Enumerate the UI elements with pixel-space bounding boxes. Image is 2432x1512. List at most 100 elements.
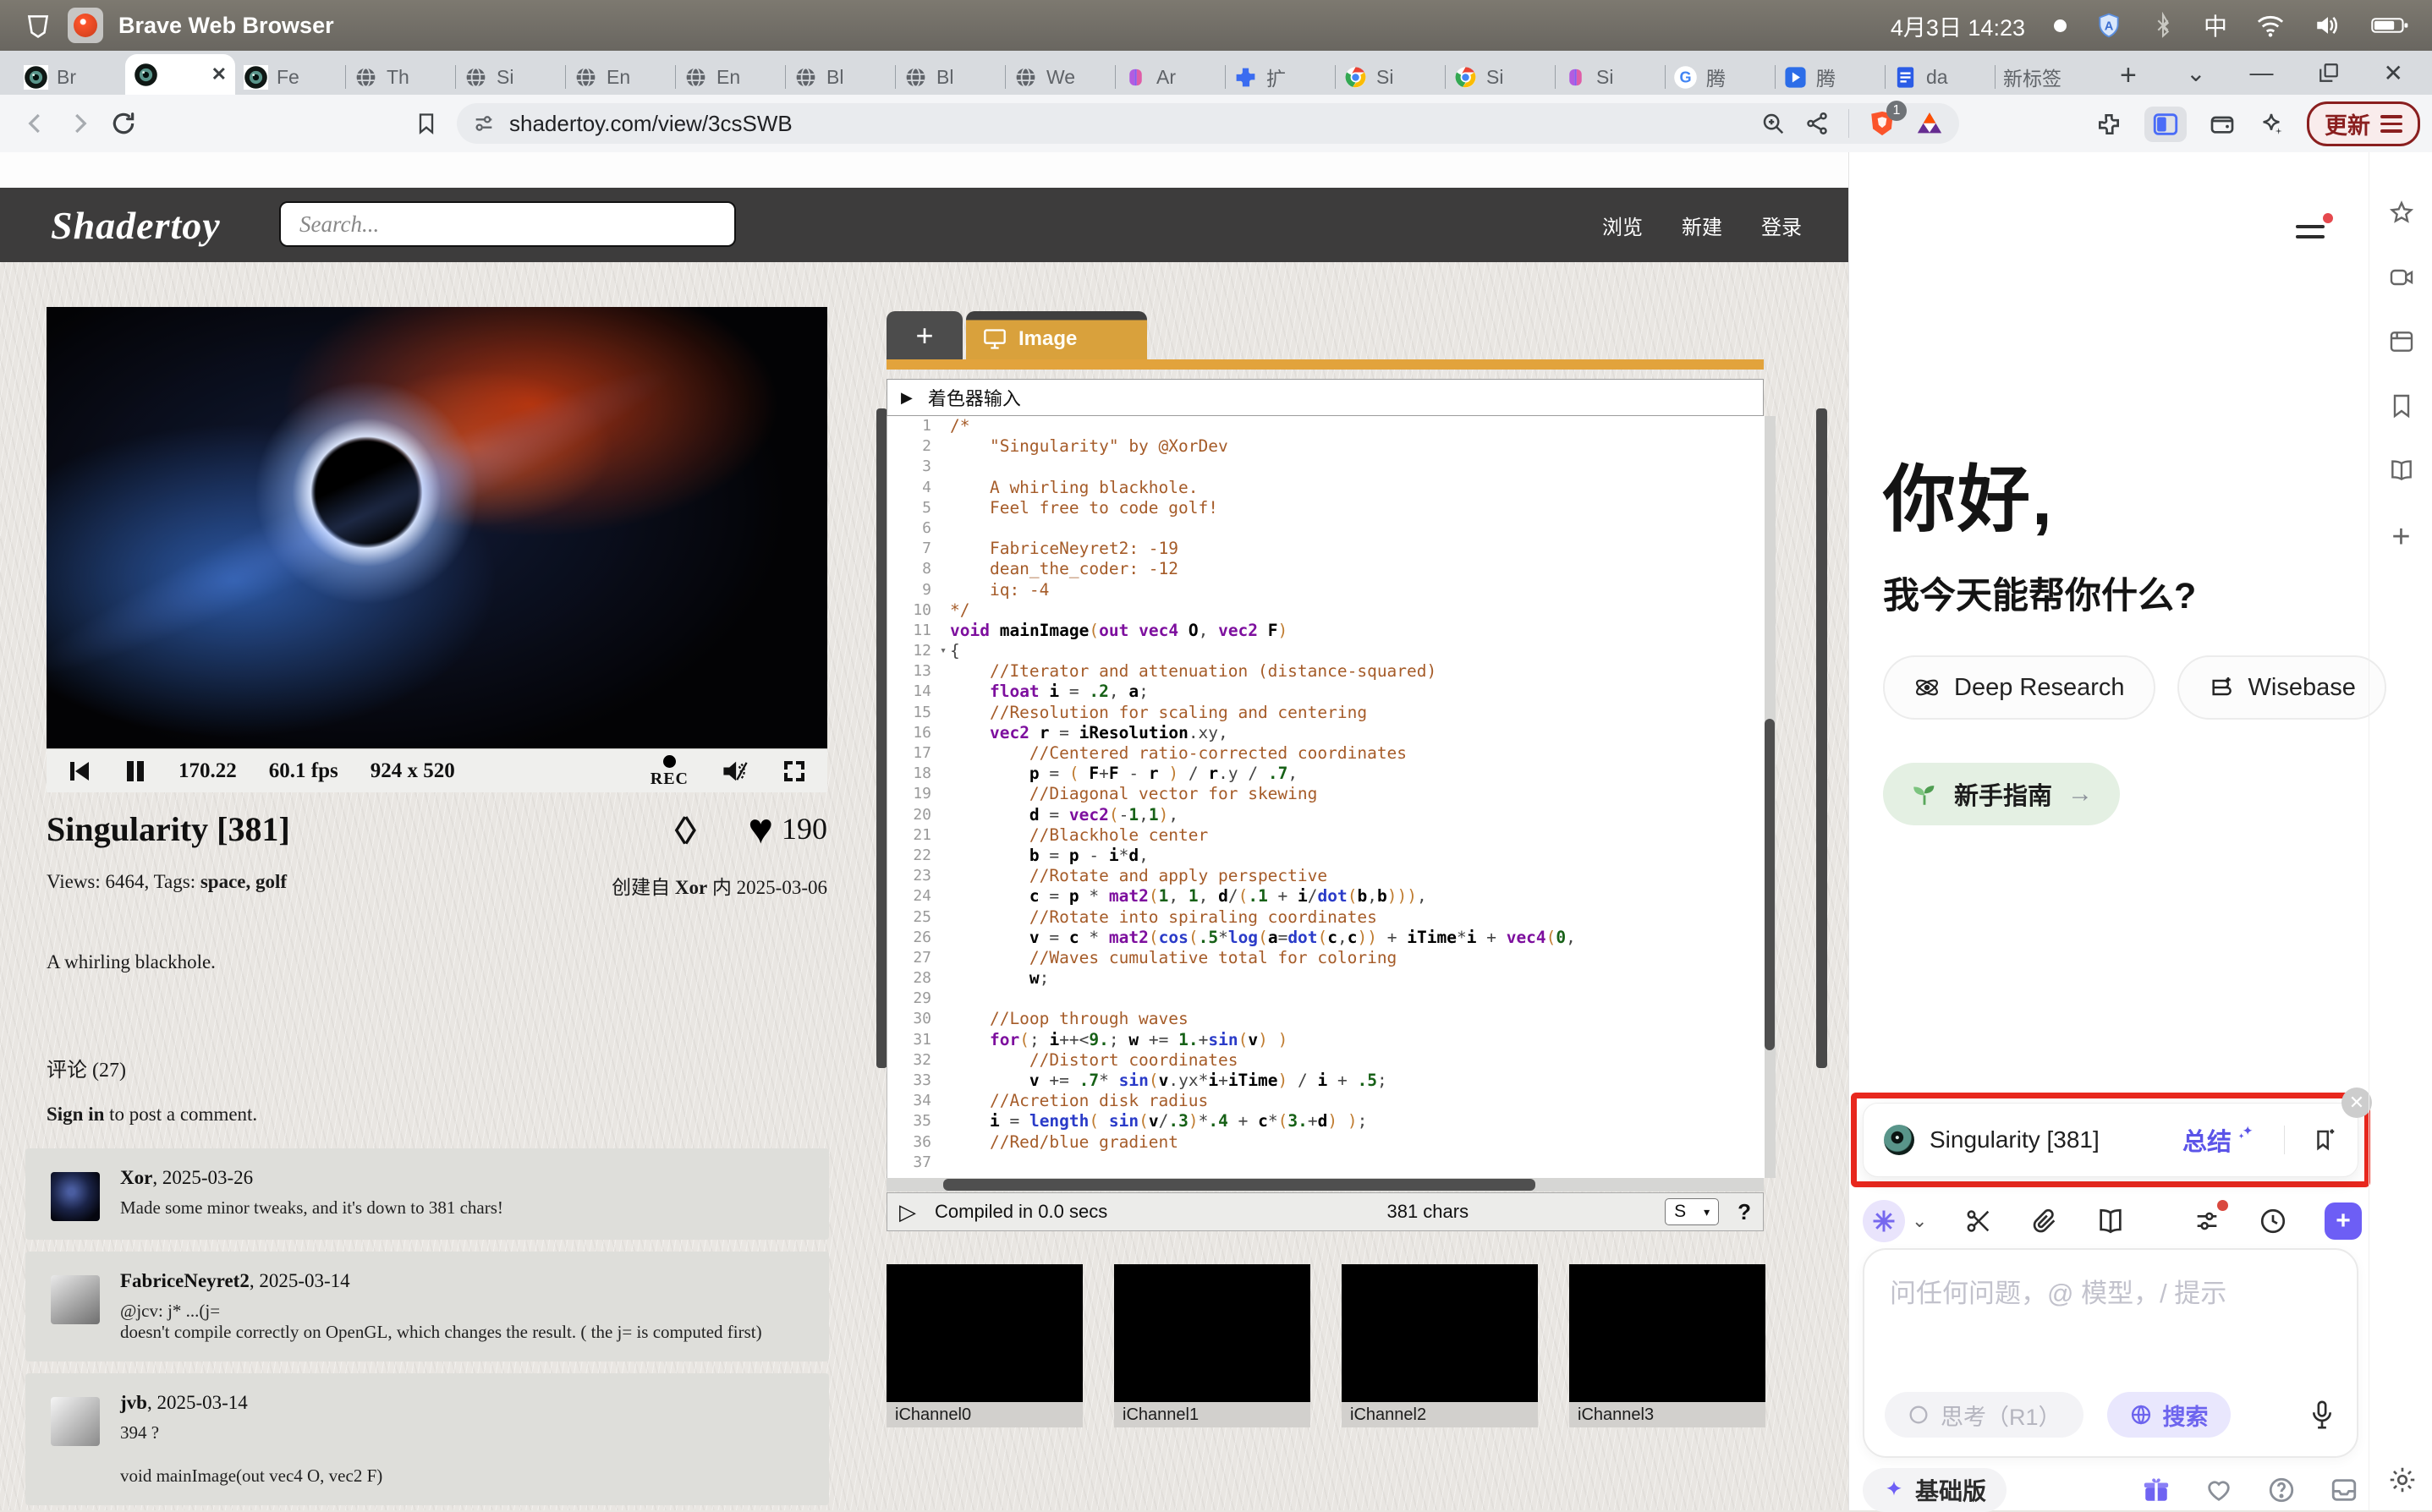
rewind-button[interactable]	[67, 759, 92, 784]
code-line[interactable]: 5 Feel free to code golf!	[887, 498, 1765, 518]
strip-window-icon[interactable]	[2388, 328, 2415, 355]
shadertoy-logo[interactable]: Shadertoy	[51, 203, 221, 248]
code-line[interactable]: 12▾{	[887, 641, 1765, 661]
comment-avatar[interactable]	[51, 1275, 100, 1324]
summarize-button[interactable]: 总结	[2182, 1122, 2257, 1158]
summary-card-close-button[interactable]: ✕	[2341, 1087, 2372, 1118]
tab[interactable]: Th	[345, 59, 455, 95]
web-search-toggle[interactable]: 搜索	[2107, 1392, 2231, 1438]
brave-rewards-bat-icon[interactable]	[1915, 109, 1944, 138]
code-line[interactable]: 20 d = vec2(-1,1),	[887, 805, 1765, 825]
tab[interactable]: Fe	[235, 59, 345, 95]
back-button[interactable]	[14, 101, 58, 145]
code-line[interactable]: 6	[887, 518, 1765, 539]
comment-author[interactable]: Xor, 2025-03-26	[120, 1167, 503, 1189]
tab[interactable]: Si	[1445, 59, 1555, 95]
share-icon[interactable]	[1804, 111, 1830, 136]
ichannel-preview[interactable]	[887, 1264, 1083, 1402]
forward-button[interactable]	[58, 101, 102, 145]
window-restore-button[interactable]	[2318, 62, 2340, 84]
code-line[interactable]: 21 //Blackhole center	[887, 825, 1765, 846]
tab[interactable]: Bl	[895, 59, 1005, 95]
ichannel-slot[interactable]: iChannel1	[1114, 1264, 1310, 1427]
ichannel-slot[interactable]: iChannel3	[1569, 1264, 1765, 1427]
tab[interactable]: Si	[1555, 59, 1665, 95]
url-text[interactable]: shadertoy.com/view/3csSWB	[509, 111, 1747, 137]
code-line[interactable]: 36 //Red/blue gradient	[887, 1132, 1765, 1153]
ichannel-preview[interactable]	[1569, 1264, 1765, 1402]
code-line[interactable]: 9 iq: -4	[887, 580, 1765, 600]
menu-hamburger-icon[interactable]	[2380, 111, 2402, 137]
attachment-paperclip-icon[interactable]	[2030, 1207, 2059, 1235]
comment-author[interactable]: FabriceNeyret2, 2025-03-14	[120, 1270, 762, 1292]
ichannel-preview[interactable]	[1114, 1264, 1310, 1402]
code-line[interactable]: 33 v += .7* sin(v.yx*i+iTime) / i + .5;	[887, 1071, 1765, 1091]
input-method-indicator[interactable]: 中	[2204, 8, 2227, 42]
page-summary-card[interactable]: Singularity [381] 总结	[1863, 1103, 2358, 1177]
tab-active[interactable]: ✕	[125, 54, 235, 95]
code-line[interactable]: 32 //Distort coordinates	[887, 1050, 1765, 1071]
volume-icon[interactable]	[2314, 13, 2342, 38]
code-line[interactable]: 35 i = length( sin(v/.3)*.4 + c*(3.+d) )…	[887, 1111, 1765, 1131]
settings-gear-icon[interactable]	[2387, 1465, 2418, 1495]
beginner-guide-button[interactable]: 新手指南 →	[1883, 763, 2120, 825]
tab[interactable]: En	[565, 59, 675, 95]
model-chevron-down-icon[interactable]: ⌄	[1912, 1210, 1927, 1232]
model-avatar-button[interactable]	[1863, 1200, 1905, 1242]
code-line[interactable]: 37	[887, 1153, 1765, 1173]
shadertoy-nav-link-1[interactable]: 新建	[1682, 211, 1722, 240]
code-line[interactable]: 26 v = c * mat2(cos(.5*log(a=dot(c,c)) +…	[887, 928, 1765, 948]
code-line[interactable]: 8 dean_the_coder: -12	[887, 559, 1765, 579]
new-chat-button[interactable]: +	[2325, 1202, 2362, 1240]
address-bar[interactable]: shadertoy.com/view/3csSWB 1	[457, 103, 1959, 144]
tab[interactable]: Br	[15, 59, 125, 95]
tab[interactable]: We	[1005, 59, 1115, 95]
strip-star-icon[interactable]	[2388, 200, 2415, 227]
code-line[interactable]: 10*/	[887, 600, 1765, 621]
like-heart-icon[interactable]: ♥	[748, 808, 773, 850]
new-tab-button[interactable]: +	[2120, 59, 2137, 92]
brave-shield-icon[interactable]: 1	[1868, 109, 1897, 138]
code-line[interactable]: 13 //Iterator and attenuation (distance-…	[887, 661, 1765, 682]
reading-book-icon[interactable]	[2096, 1207, 2125, 1235]
code-line[interactable]: 31 for(; i++<9.; w += 1.+sin(v) )	[887, 1030, 1765, 1050]
code-line[interactable]: 14 float i = .2, a;	[887, 682, 1765, 702]
tab[interactable]: G腾	[1665, 59, 1775, 95]
code-vertical-scrollbar[interactable]	[1764, 416, 1776, 1178]
inbox-icon[interactable]	[2330, 1476, 2358, 1504]
tab[interactable]: Si	[1335, 59, 1445, 95]
tab[interactable]: Bl	[785, 59, 895, 95]
code-line[interactable]: 3	[887, 457, 1765, 477]
antivirus-shield-icon[interactable]: A	[2095, 12, 2122, 39]
think-r1-toggle[interactable]: 思考（R1）	[1885, 1392, 2083, 1438]
extensions-puzzle-icon[interactable]	[2095, 111, 2122, 138]
ichannel-slot[interactable]: iChannel2	[1342, 1264, 1538, 1427]
code-line[interactable]: 24 c = p * mat2(1, 1, d/(.1 + i/dot(b,b)…	[887, 886, 1765, 907]
code-line[interactable]: 7 FabriceNeyret2: -19	[887, 539, 1765, 559]
chat-input-box[interactable]: 问任何问题，@ 模型，/ 提示 思考（R1） 搜索	[1863, 1248, 2358, 1458]
code-line[interactable]: 4 A whirling blackhole.	[887, 478, 1765, 498]
code-line[interactable]: 23 //Rotate and apply perspective	[887, 866, 1765, 886]
search-input[interactable]: Search...	[279, 201, 736, 247]
code-line[interactable]: 34 //Acretion disk radius	[887, 1091, 1765, 1111]
export-select[interactable]: S▾	[1665, 1198, 1719, 1225]
strip-video-icon[interactable]	[2388, 264, 2415, 291]
microphone-button[interactable]	[2308, 1400, 2336, 1430]
code-line[interactable]: 29	[887, 989, 1765, 1009]
shader-tags[interactable]: space, golf	[200, 871, 287, 892]
settings-sliders-icon[interactable]	[2193, 1207, 2221, 1235]
wifi-icon[interactable]	[2256, 13, 2285, 38]
tab[interactable]: Ar	[1115, 59, 1225, 95]
tab[interactable]: Si	[455, 59, 565, 95]
fork-icon[interactable]: 〈〉	[658, 808, 709, 850]
record-button[interactable]: REC	[651, 755, 689, 787]
brave-shield-logo-icon[interactable]	[24, 11, 52, 40]
save-bookmark-plus-icon[interactable]	[2312, 1127, 2337, 1153]
signin-link[interactable]: Sign in	[47, 1104, 104, 1125]
code-line[interactable]: 22 b = p - i*d,	[887, 846, 1765, 866]
sidebar-menu-hamburger[interactable]	[2296, 218, 2326, 245]
pause-button[interactable]	[124, 759, 146, 784]
volume-muted-icon[interactable]	[721, 758, 749, 785]
shadertoy-nav-link-0[interactable]: 浏览	[1602, 211, 1643, 240]
leo-ai-sparkle-icon[interactable]	[2258, 111, 2285, 138]
